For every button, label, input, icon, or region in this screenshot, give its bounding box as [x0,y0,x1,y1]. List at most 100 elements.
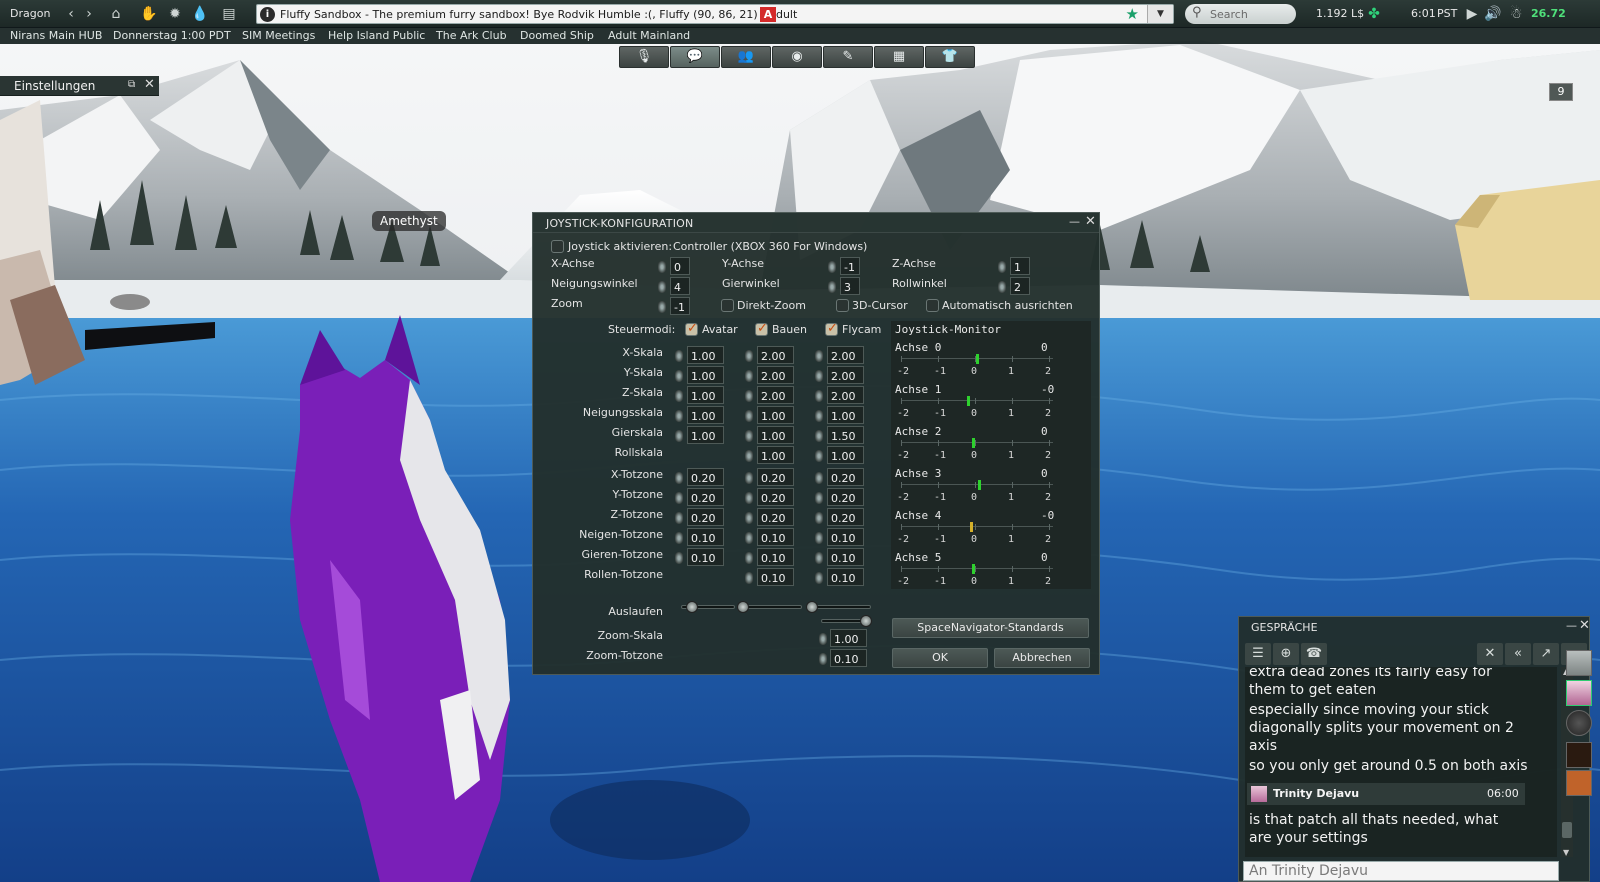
build-spinner[interactable] [744,429,754,443]
flycam-spinner[interactable] [814,551,824,565]
build-field[interactable]: 1.00 [757,406,794,424]
feathering-slider-zoom[interactable] [821,615,872,627]
avatar-field[interactable]: 0.20 [687,508,724,526]
inventory-button[interactable]: ▦ [874,46,924,68]
scroll-thumb[interactable] [1562,822,1572,838]
cursor-3d-checkbox[interactable] [836,299,849,312]
flycam-field[interactable]: 1.00 [827,406,864,424]
avatar-spinner[interactable] [674,471,684,485]
flycam-spinner[interactable] [814,369,824,383]
build-icon[interactable]: ✋ [140,5,158,23]
avatar-spinner[interactable] [674,551,684,565]
zoom-scale-spinner[interactable] [818,632,828,646]
build-field[interactable]: 2.00 [757,386,794,404]
yaw-spinner[interactable] [827,280,837,294]
balance[interactable]: 1.192 L$ [1316,7,1364,20]
avatar-field[interactable]: 1.00 [687,346,724,364]
buy-currency-icon[interactable]: ✤ [1365,5,1383,23]
build-field[interactable]: 0.10 [757,548,794,566]
build-spinner[interactable] [744,511,754,525]
build-field[interactable]: 0.10 [757,568,794,586]
zoom-spinner[interactable] [657,300,667,314]
flycam-field[interactable]: 1.00 [827,446,864,464]
tear-off-icon[interactable]: ↗ [1533,643,1559,665]
volume-icon[interactable]: 🔊 [1484,5,1502,23]
flycam-spinner[interactable] [814,531,824,545]
favorite-link[interactable]: Donnerstag 1:00 PDT [113,29,231,42]
flycam-field[interactable]: 2.00 [827,366,864,384]
favorite-link[interactable]: The Ark Club [436,29,507,42]
favorite-link[interactable]: Adult Mainland [608,29,690,42]
zoom-scale-field[interactable]: 1.00 [830,629,867,647]
build-spinner[interactable] [744,531,754,545]
build-field[interactable]: 0.10 [757,528,794,546]
flycam-spinner[interactable] [814,389,824,403]
add-participant-icon[interactable]: ⊕ [1273,643,1299,665]
avatar-spinner[interactable] [674,531,684,545]
build-spinner[interactable] [744,571,754,585]
minimize-icon[interactable]: — [1566,619,1577,632]
enable-joystick-checkbox[interactable] [551,240,564,253]
avatar-spinner[interactable] [674,409,684,423]
collapse-icon[interactable]: « [1505,643,1531,665]
chat-input[interactable]: An Trinity Dejavu [1243,861,1559,881]
build-field[interactable]: 0.20 [757,468,794,486]
flycam-spinner[interactable] [814,511,824,525]
favorite-link[interactable]: Help Island Public [328,29,425,42]
avatar-spinner[interactable] [674,511,684,525]
flycam-field[interactable]: 2.00 [827,346,864,364]
sender-name[interactable]: Trinity Dejavu [1273,787,1359,800]
z-axis-field[interactable]: 1 [1010,257,1030,275]
voice-button[interactable]: 🎙 [619,46,669,68]
favorite-link[interactable]: Nirans Main HUB [10,29,102,42]
cancel-button[interactable]: Abbrechen [994,648,1090,668]
pitch-field[interactable]: 4 [670,277,690,295]
feathering-slider-build[interactable] [737,601,802,613]
zoom-deadzone-field[interactable]: 0.10 [830,649,867,667]
avatar-spinner[interactable] [674,491,684,505]
avatar-field[interactable]: 1.00 [687,366,724,384]
favorite-link[interactable]: SIM Meetings [242,29,315,42]
slider-thumb[interactable] [806,601,818,613]
slider-thumb[interactable] [686,601,698,613]
build-button[interactable]: ✎ [823,46,873,68]
y-axis-spinner[interactable] [827,260,837,274]
flycam-field[interactable]: 0.20 [827,488,864,506]
spacenavigator-defaults-button[interactable]: SpaceNavigator-Standards [892,618,1089,638]
build-field[interactable]: 1.00 [757,446,794,464]
build-field[interactable]: 2.00 [757,346,794,364]
roll-spinner[interactable] [997,280,1007,294]
x-axis-field[interactable]: 0 [670,257,690,275]
zoom-deadzone-spinner[interactable] [818,652,828,666]
info-icon[interactable]: i [260,7,275,22]
direct-zoom-checkbox[interactable] [721,299,734,312]
sun-icon[interactable]: ✹ [166,5,184,23]
build-spinner[interactable] [744,551,754,565]
auto-leveling-checkbox[interactable] [926,299,939,312]
close-icon[interactable]: ✕ [144,77,155,92]
build-spinner[interactable] [744,389,754,403]
build-field[interactable]: 0.20 [757,508,794,526]
avatar[interactable] [1566,710,1592,736]
chat-button[interactable]: 💬 [670,46,720,68]
back-arrow-icon[interactable]: ‹ [62,5,80,23]
chevron-down-icon[interactable]: ▼ [1147,5,1173,23]
x-axis-spinner[interactable] [657,260,667,274]
avatar-spinner[interactable] [674,389,684,403]
minimize-icon[interactable]: — [1069,215,1080,228]
avatar-field[interactable]: 0.10 [687,548,724,566]
avatar-menu[interactable]: Dragon [10,7,50,20]
favorite-star-icon[interactable]: ★ [1126,5,1139,23]
flycam-mode-checkbox[interactable] [825,321,838,336]
build-spinner[interactable] [744,471,754,485]
close-conversation-icon[interactable]: ✕ [1477,643,1503,665]
people-button[interactable]: 👥 [721,46,771,68]
search-input[interactable]: ⚲ Search [1185,4,1296,24]
call-icon[interactable]: ☎ [1301,643,1327,665]
build-mode-checkbox[interactable] [755,321,768,336]
flycam-spinner[interactable] [814,571,824,585]
flycam-field[interactable]: 1.50 [827,426,864,444]
places-button[interactable]: ◉ [772,46,822,68]
roll-field[interactable]: 2 [1010,277,1030,295]
teleport-history-icon[interactable]: ▤ [220,5,238,23]
